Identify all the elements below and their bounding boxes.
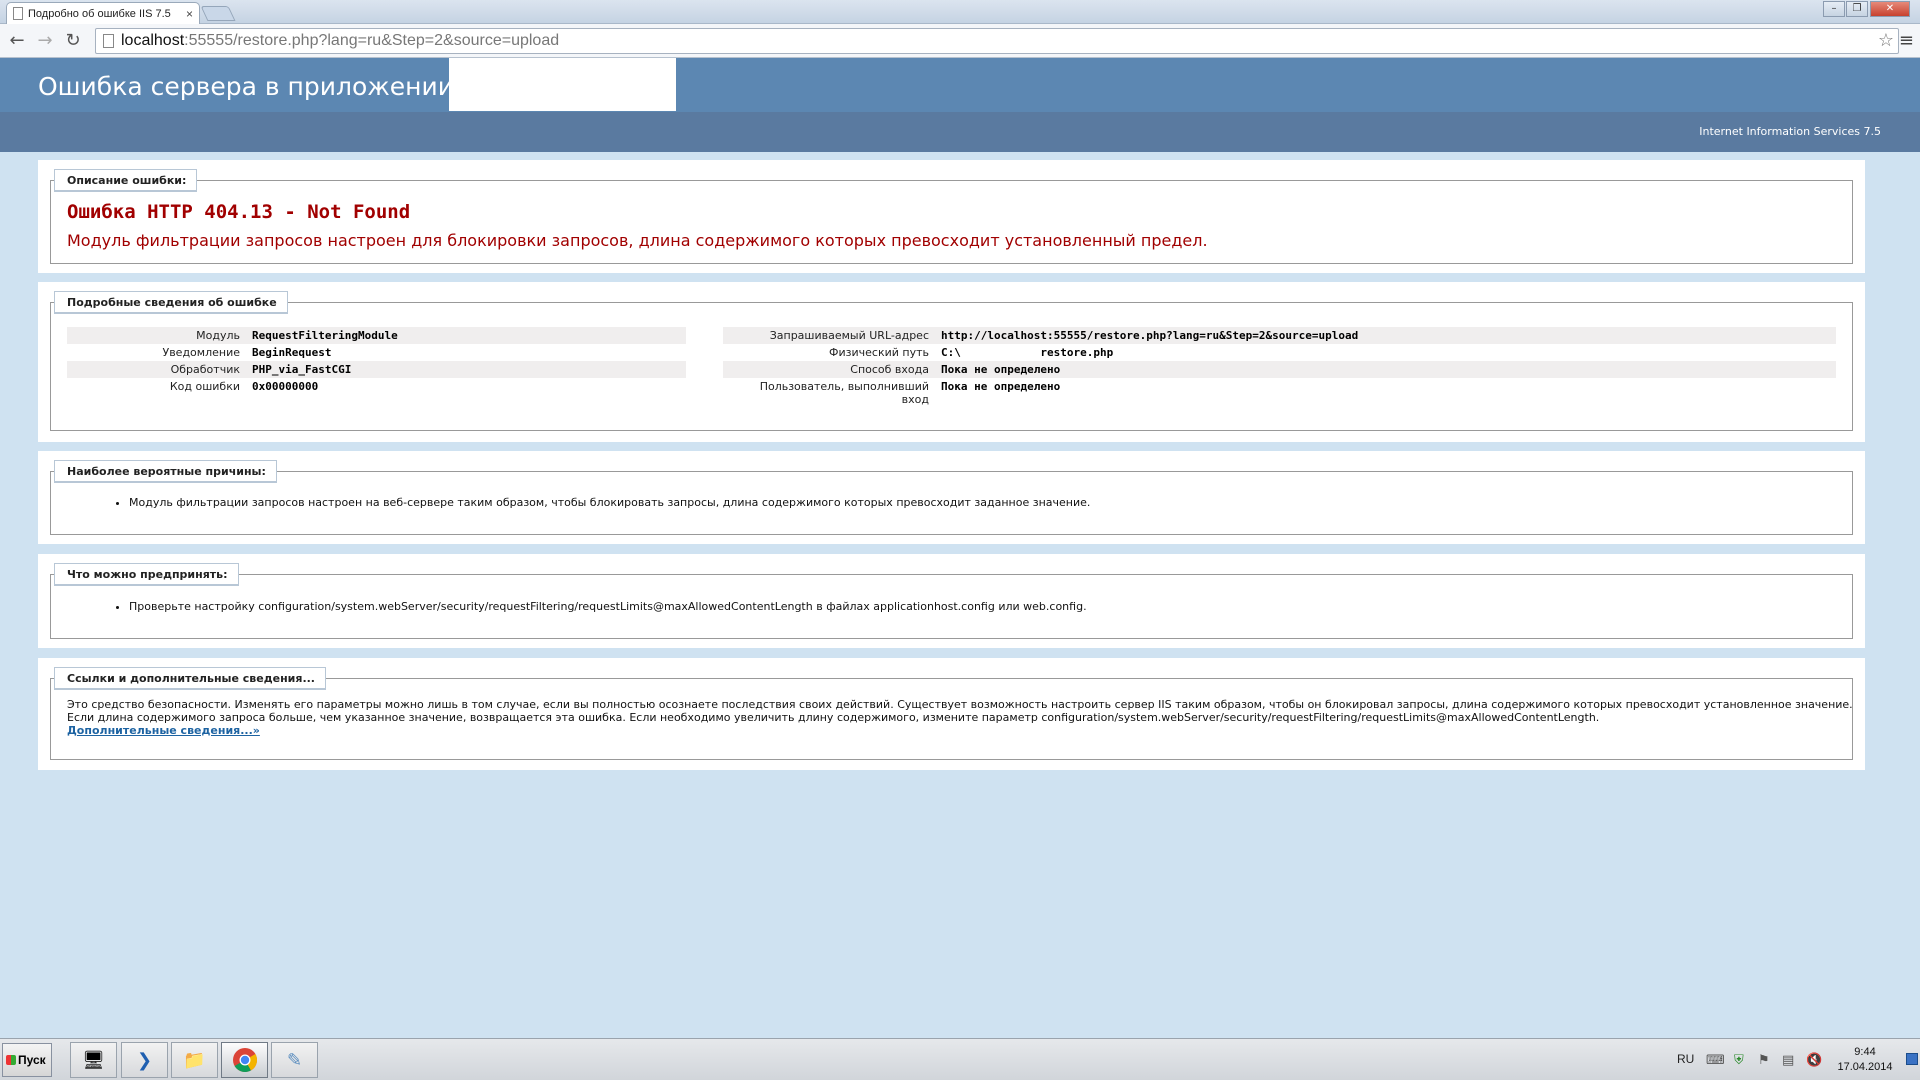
forward-arrow-icon[interactable]: → <box>34 30 56 52</box>
error-summary-panel: Описание ошибки: Ошибка HTTP 404.13 - No… <box>38 160 1865 273</box>
causes-fieldset: Наиболее вероятные причины: Модуль фильт… <box>50 460 1853 535</box>
list-item: Проверьте настройку configuration/system… <box>129 600 1087 613</box>
detail-value: http://localhost:55555/restore.php?lang=… <box>941 329 1359 342</box>
tab-title: Подробно об ошибке IIS 7.5 <box>28 7 171 20</box>
reload-icon[interactable]: ↻ <box>62 30 84 52</box>
table-row: Код ошибки 0x00000000 <box>67 378 686 395</box>
star-icon[interactable]: ☆ <box>1878 30 1894 51</box>
more-info-link[interactable]: Дополнительные сведения...» <box>67 724 260 737</box>
language-indicator[interactable]: RU <box>1677 1052 1694 1066</box>
minimize-button[interactable]: – <box>1823 1 1845 17</box>
show-desktop-button[interactable] <box>1906 1053 1918 1065</box>
page-icon <box>103 34 114 48</box>
table-row: Обработчик PHP_via_FastCGI <box>67 361 686 378</box>
detail-label: Запрашиваемый URL-адрес <box>769 329 929 342</box>
table-row: Пользователь, выполнивший вход Пока не оп… <box>723 378 1836 408</box>
detail-label: Физический путь <box>829 346 929 359</box>
causes-legend: Наиболее вероятные причины: <box>54 460 277 483</box>
links-fieldset: Ссылки и дополнительные сведения... Это … <box>50 667 1853 760</box>
url-host: localhost <box>121 32 185 49</box>
detail-label: Модуль <box>196 329 240 342</box>
address-bar[interactable]: localhost:55555/restore.php?lang=ru&Step… <box>95 28 1899 54</box>
restore-button[interactable]: ❐ <box>1846 1 1868 17</box>
table-row: Способ входа Пока не определено <box>723 361 1836 378</box>
links-legend: Ссылки и дополнительные сведения... <box>54 667 326 690</box>
error-details-panel: Подробные сведения об ошибке Модуль Reque… <box>38 282 1865 442</box>
server-manager-icon[interactable]: 🖥 <box>70 1042 117 1078</box>
table-row: Модуль RequestFilteringModule <box>67 327 686 344</box>
causes-panel: Наиболее вероятные причины: Модуль фильт… <box>38 451 1865 544</box>
error-summary-legend: Описание ошибки: <box>54 169 198 192</box>
flag-icon[interactable]: ⚑ <box>1758 1053 1770 1068</box>
url-rest: :55555/restore.php?lang=ru&Step=2&source… <box>184 32 560 49</box>
clock-date: 17.04.2014 <box>1837 1061 1893 1073</box>
chrome-logo <box>232 1048 257 1073</box>
browser-toolbar: ← → ↻ localhost:55555/restore.php?lang=r… <box>0 24 1920 58</box>
detail-value: C:\ restore.php <box>941 346 1114 359</box>
detail-label: Способ входа <box>850 363 929 376</box>
table-row: Запрашиваемый URL-адрес http://localhost:… <box>723 327 1836 344</box>
browser-titlebar: Подробно об ошибке IIS 7.5 × – ❐ ✕ <box>0 0 1920 24</box>
close-window-button[interactable]: ✕ <box>1870 1 1910 17</box>
causes-list: Модуль фильтрации запросов настроен на в… <box>129 496 1090 509</box>
iis-subheader: Internet Information Services 7.5 <box>0 112 1920 152</box>
windows-logo-icon <box>6 1055 16 1065</box>
tab-close-icon[interactable]: × <box>186 7 193 21</box>
start-button[interactable]: Пуск <box>2 1043 52 1077</box>
table-row: Физический путь C:\ restore.php <box>723 344 1836 361</box>
detail-label: Код ошибки <box>169 380 240 393</box>
notepad-icon[interactable]: ✎ <box>271 1042 318 1078</box>
detail-value: Пока не определено <box>941 380 1061 393</box>
detail-value: BeginRequest <box>252 346 332 359</box>
error-details-legend: Подробные сведения об ошибке <box>54 291 288 314</box>
iis-header: Ошибка сервера в приложении <box>0 58 1920 112</box>
menu-icon[interactable]: ≡ <box>1899 30 1914 51</box>
links-paragraph: Это средство безопасности. Изменять его … <box>67 698 1853 724</box>
error-message: Модуль фильтрации запросов настроен для … <box>67 231 1208 250</box>
volume-muted-icon[interactable]: 🔇 <box>1806 1053 1822 1068</box>
start-label: Пуск <box>18 1053 46 1067</box>
browser-tab[interactable]: Подробно об ошибке IIS 7.5 × <box>6 2 200 24</box>
detail-label: Пользователь, выполнивший вход <box>759 380 929 406</box>
explorer-folder-icon[interactable]: 📁 <box>171 1042 218 1078</box>
table-row: Уведомление BeginRequest <box>67 344 686 361</box>
list-item: Модуль фильтрации запросов настроен на в… <box>129 496 1090 509</box>
detail-value: Пока не определено <box>941 363 1061 376</box>
detail-label: Уведомление <box>162 346 241 359</box>
detail-value: PHP_via_FastCGI <box>252 363 352 376</box>
actions-list: Проверьте настройку configuration/system… <box>129 600 1087 613</box>
iis-version: Internet Information Services 7.5 <box>1699 125 1881 138</box>
powershell-icon[interactable]: ❯ <box>121 1042 168 1078</box>
details-table-right: Запрашиваемый URL-адрес http://localhost:… <box>723 327 1836 408</box>
links-panel: Ссылки и дополнительные сведения... Это … <box>38 658 1865 770</box>
clock-time: 9:44 <box>1854 1046 1876 1058</box>
error-code-heading: Ошибка HTTP 404.13 - Not Found <box>67 201 411 223</box>
detail-value: 0x00000000 <box>252 380 319 393</box>
actions-fieldset: Что можно предпринять: Проверьте настрой… <box>50 563 1853 639</box>
clock[interactable]: 9:44 17.04.2014 <box>1830 1045 1900 1075</box>
actions-panel: Что можно предпринять: Проверьте настрой… <box>38 554 1865 648</box>
back-arrow-icon[interactable]: ← <box>6 30 28 52</box>
chrome-icon[interactable] <box>221 1042 268 1078</box>
page-title: Ошибка сервера в приложении <box>38 72 454 101</box>
new-tab-button[interactable] <box>200 6 236 21</box>
network-icon[interactable]: ▤ <box>1782 1053 1794 1068</box>
detail-label: Обработчик <box>170 363 240 376</box>
page-icon <box>13 7 23 20</box>
actions-legend: Что можно предпринять: <box>54 563 239 586</box>
links-description: Это средство безопасности. Изменять его … <box>67 698 1857 737</box>
security-shield-icon[interactable]: ⛨ <box>1734 1053 1744 1068</box>
error-details-fieldset: Подробные сведения об ошибке Модуль Reque… <box>50 291 1853 431</box>
details-table-left: Модуль RequestFilteringModule Уведомление… <box>67 327 686 395</box>
redacted-area <box>449 58 676 111</box>
error-summary-fieldset: Описание ошибки: Ошибка HTTP 404.13 - No… <box>50 169 1853 264</box>
keyboard-icon[interactable]: ⌨ <box>1706 1053 1725 1068</box>
detail-value: RequestFilteringModule <box>252 329 398 342</box>
address-url[interactable]: localhost:55555/restore.php?lang=ru&Step… <box>121 32 559 50</box>
taskbar: Пуск 🖥 ❯ 📁 ✎ RU ⌨ ⛨ ⚑ ▤ 🔇 9:44 17.04.201… <box>0 1038 1920 1080</box>
